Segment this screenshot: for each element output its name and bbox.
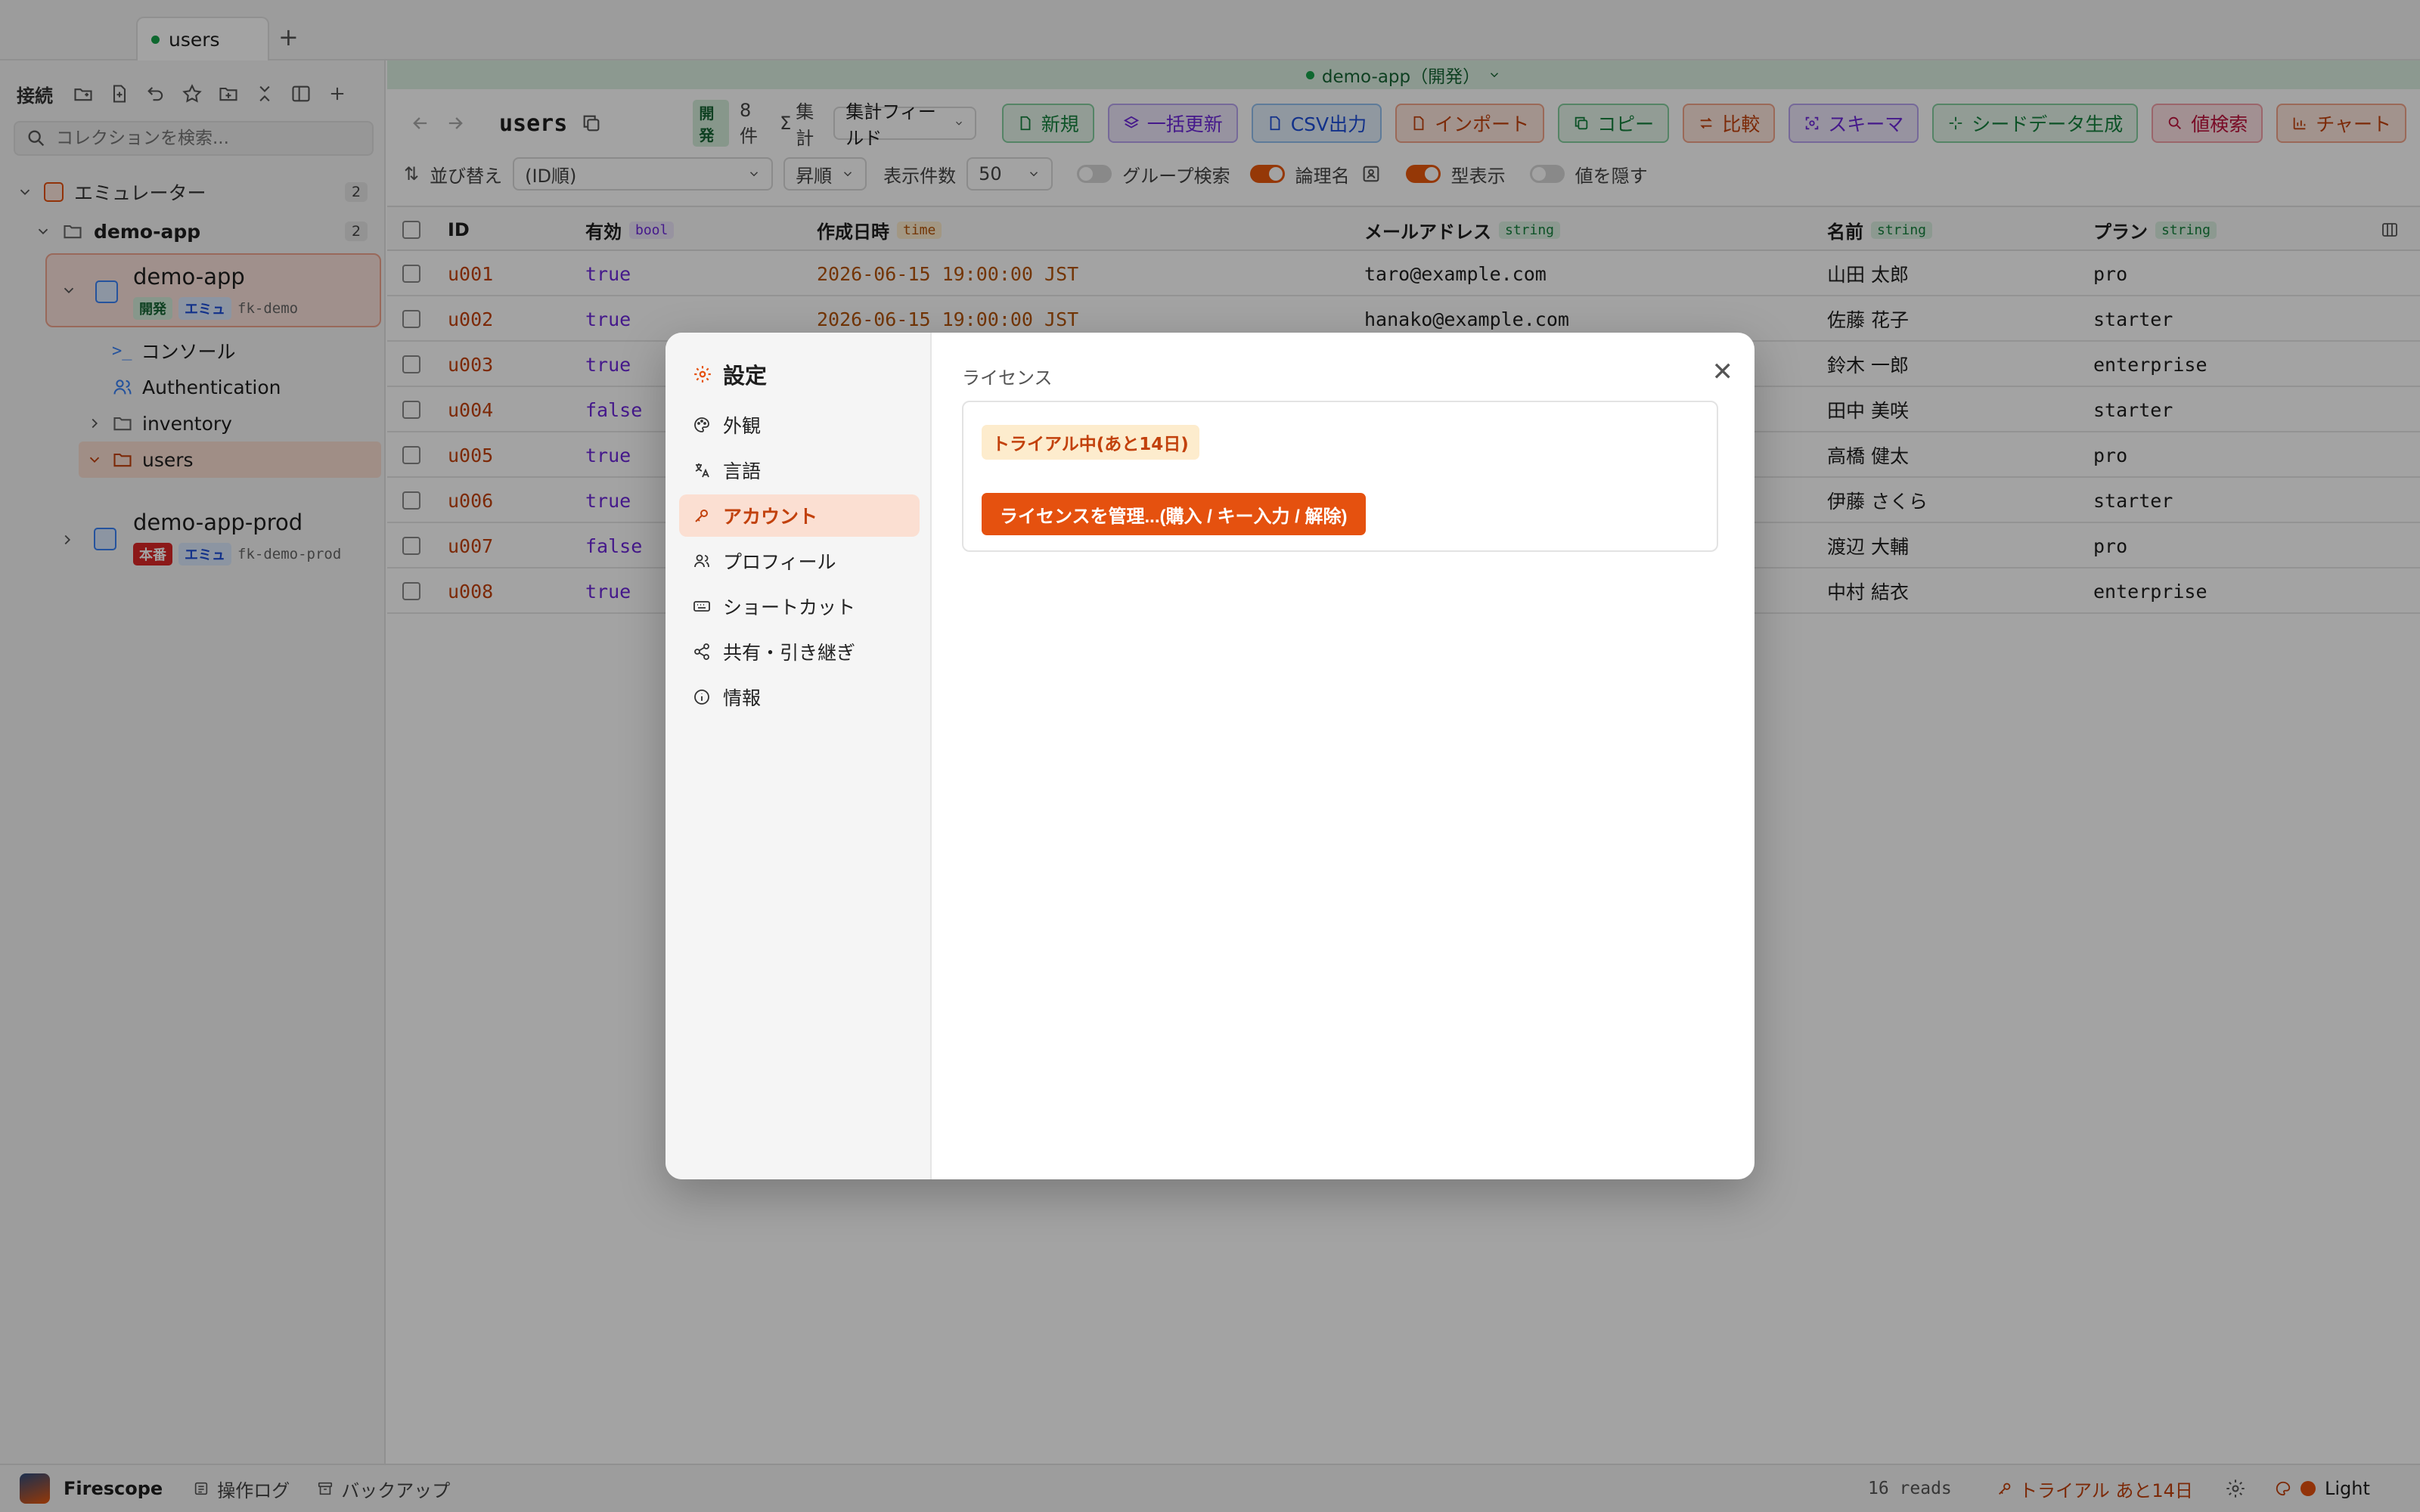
manage-license-button[interactable]: ライセンスを管理...(購入 / キー入力 / 解除) xyxy=(982,493,1366,535)
license-section-title: ライセンス xyxy=(962,367,1053,389)
gear-icon xyxy=(694,366,711,383)
nav-label: アカウント xyxy=(723,506,818,528)
settings-nav-account[interactable]: アカウント xyxy=(679,494,920,537)
translate-icon xyxy=(695,463,709,478)
nav-label: ショートカット xyxy=(723,596,856,618)
keyboard-icon xyxy=(693,601,710,612)
settings-nav-sharing[interactable]: 共有・引き継ぎ xyxy=(679,631,920,673)
settings-nav-shortcuts[interactable]: ショートカット xyxy=(679,585,920,627)
nav-label: プロフィール xyxy=(723,551,836,573)
settings-nav-appearance[interactable]: 外観 xyxy=(679,404,920,446)
settings-title: 設定 xyxy=(693,358,767,390)
license-card: トライアル中(あと14日) ライセンスを管理...(購入 / キー入力 / 解除… xyxy=(962,401,1718,552)
key-icon xyxy=(695,510,708,522)
users-icon xyxy=(694,554,709,568)
nav-label: 言語 xyxy=(723,460,762,482)
settings-nav-info[interactable]: 情報 xyxy=(679,676,920,718)
close-icon[interactable]: ✕ xyxy=(1712,357,1734,387)
settings-nav-language[interactable]: 言語 xyxy=(679,449,920,491)
info-icon xyxy=(694,689,709,705)
nav-label: 共有・引き継ぎ xyxy=(723,642,856,664)
share-icon xyxy=(694,643,709,660)
settings-title-label: 設定 xyxy=(723,363,768,389)
settings-nav-profile[interactable]: プロフィール xyxy=(679,540,920,582)
nav-label: 外観 xyxy=(723,415,762,437)
nav-label: 情報 xyxy=(723,687,762,709)
palette-icon xyxy=(694,417,709,432)
settings-content: ライセンス ✕ トライアル中(あと14日) ライセンスを管理...(購入 / キ… xyxy=(932,333,1754,1179)
settings-nav: 設定 外観 言語 アカウント プロフィール ショートカット 共有・引き継ぎ 情報 xyxy=(666,333,932,1179)
settings-dialog: 設定 外観 言語 アカウント プロフィール ショートカット 共有・引き継ぎ 情報… xyxy=(666,333,1754,1179)
trial-badge: トライアル中(あと14日) xyxy=(982,425,1199,460)
